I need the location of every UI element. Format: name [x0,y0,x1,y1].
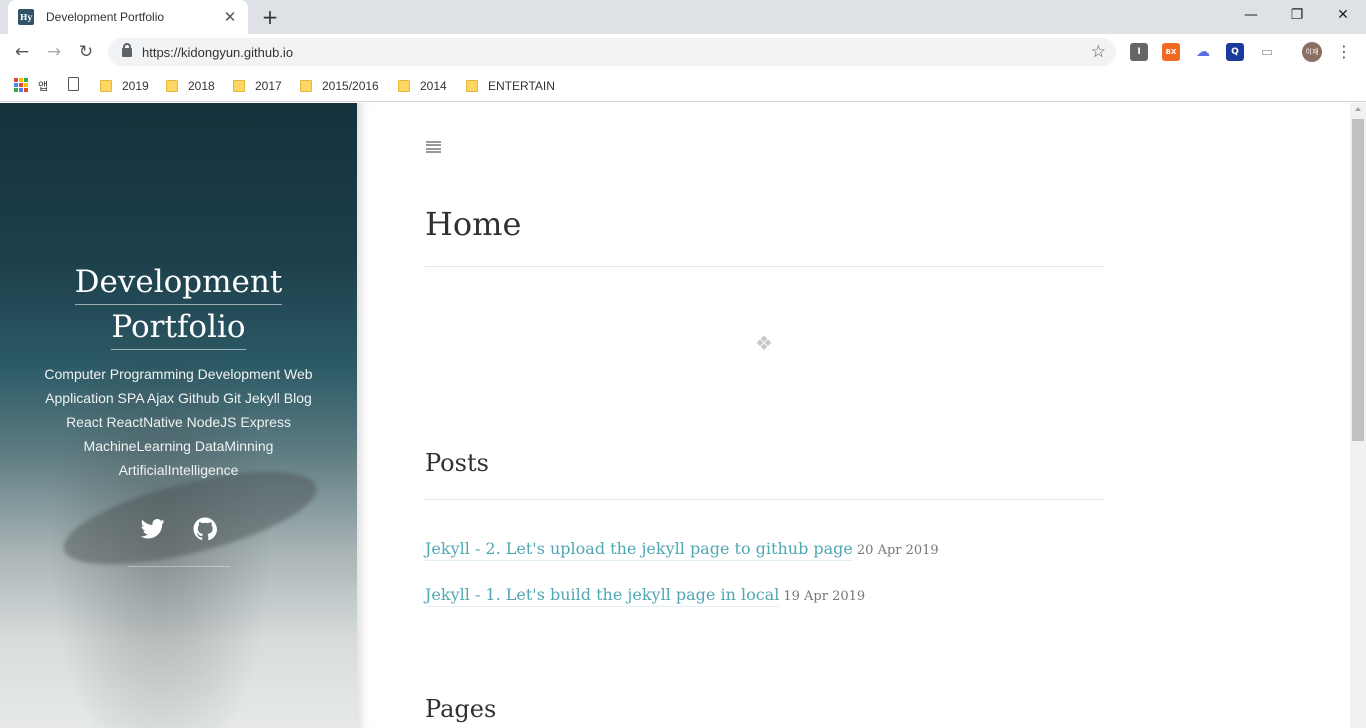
extension-bx-icon[interactable]: BX [1162,43,1180,61]
bookmark-folder-label: 2017 [255,79,282,93]
folder-icon [166,80,178,92]
page-scrollbar[interactable] [1350,103,1366,728]
site-title-line-2[interactable]: Portfolio [111,305,246,350]
browser-tab[interactable]: Hy Development Portfolio ✕ [8,0,248,34]
extension-cast-icon[interactable]: ▭ [1258,43,1276,61]
ornament-icon: ❖ [755,331,773,355]
hamburger-menu-icon[interactable] [426,141,441,153]
github-icon[interactable] [192,516,218,542]
bookmark-folder-2018[interactable]: 2018 [166,76,215,96]
restore-button[interactable]: ❐ [1274,0,1320,30]
folder-icon [300,80,312,92]
apps-label[interactable]: 앱 [38,78,48,94]
bookmark-folder-label: 2019 [122,79,149,93]
post-date: 20 Apr 2019 [856,543,939,558]
bookmark-folder-label: 2015/2016 [322,79,379,93]
folder-icon [398,80,410,92]
extension-q-icon[interactable]: Q [1226,43,1244,61]
browser-titlebar: Hy Development Portfolio ✕ + — ❐ ✕ [0,0,1366,34]
bookmark-folder-2014[interactable]: 2014 [398,76,447,96]
extension-cloud-icon[interactable]: ☁ [1194,43,1212,61]
twitter-icon[interactable] [140,516,166,542]
bookmark-folder-entertain[interactable]: ENTERTAIN [466,76,555,96]
new-tab-button[interactable]: + [258,5,282,29]
bookmark-folder-2017[interactable]: 2017 [233,76,282,96]
folder-icon [466,80,478,92]
bookmark-star-icon[interactable]: ☆ [1091,42,1106,62]
site-description-line: ArtificialIntelligence [118,462,239,478]
tab-title: Development Portfolio [46,10,165,24]
browser-toolbar: ← → ↻ https://kidongyun.github.io ☆ I BX… [0,34,1366,70]
pages-heading: Pages [425,695,497,723]
bookmarks-bar: 앱 2019 2018 2017 2015/2016 2014 ENTERTAI… [0,70,1366,102]
post-link[interactable]: Jekyll - 2. Let's upload the jekyll page… [425,539,853,561]
scroll-thumb[interactable] [1352,119,1364,441]
page-icon[interactable] [68,77,79,91]
window-close-button[interactable]: ✕ [1320,0,1366,30]
site-description-line: MachineLearning DataMinning [83,438,274,454]
page-viewport: Development Portfolio Computer Programmi… [0,103,1366,728]
site-description: Computer Programming Development Web App… [24,362,333,482]
tab-close-icon[interactable]: ✕ [222,8,238,26]
social-links [0,516,357,542]
apps-grid-icon[interactable] [14,78,28,92]
post-item: Jekyll - 2. Let's upload the jekyll page… [425,539,939,561]
bookmark-folder-label: 2014 [420,79,447,93]
tab-favicon-icon: Hy [18,9,34,25]
title-divider [425,266,1105,267]
url-text[interactable]: https://kidongyun.github.io [142,45,1091,60]
post-date: 19 Apr 2019 [783,589,866,604]
main-content: Home ❖ Posts Jekyll - 2. Let's upload th… [357,103,1350,728]
scroll-up-arrow-icon[interactable] [1355,107,1361,111]
site-description-line: Application SPA Ajax Github Git Jekyll B… [45,390,312,406]
forward-button[interactable]: → [42,40,66,64]
folder-icon [100,80,112,92]
sidebar: Development Portfolio Computer Programmi… [0,103,357,728]
address-bar[interactable]: https://kidongyun.github.io ☆ [108,38,1116,66]
folder-icon [233,80,245,92]
minimize-button[interactable]: — [1228,0,1274,30]
posts-heading: Posts [425,449,489,477]
extension-i-icon[interactable]: I [1130,43,1148,61]
lock-icon [122,42,132,57]
browser-menu-icon[interactable]: ⋮ [1336,42,1352,62]
bookmark-folder-label: ENTERTAIN [488,79,555,93]
post-item: Jekyll - 1. Let's build the jekyll page … [425,585,865,607]
site-description-line: React ReactNative NodeJS Express [66,414,291,430]
bookmark-folder-2019[interactable]: 2019 [100,76,149,96]
site-description-line: Computer Programming Development Web [44,366,313,382]
post-link[interactable]: Jekyll - 1. Let's build the jekyll page … [425,585,780,607]
back-button[interactable]: ← [10,40,34,64]
site-title-line-1[interactable]: Development [74,260,283,305]
site-title[interactable]: Development Portfolio [0,260,357,350]
bookmark-folder-label: 2018 [188,79,215,93]
reload-button[interactable]: ↻ [74,40,98,64]
posts-divider [425,499,1105,500]
bookmark-folder-2015-2016[interactable]: 2015/2016 [300,76,379,96]
sidebar-divider [128,566,230,567]
profile-avatar[interactable]: 이재 [1302,42,1322,62]
page-title: Home [425,205,522,243]
